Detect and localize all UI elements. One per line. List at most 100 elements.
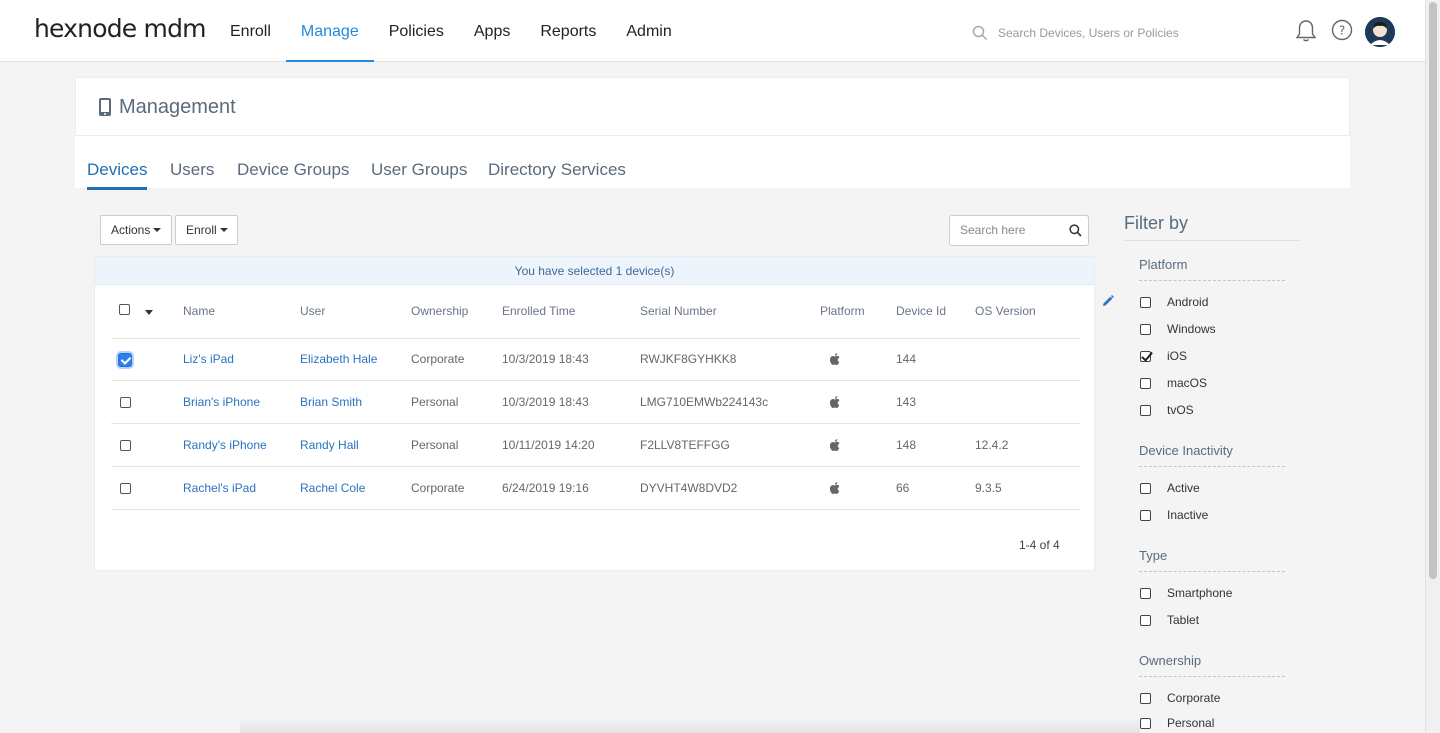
apple-icon (830, 482, 840, 494)
apple-icon (830, 439, 840, 451)
filter-checkbox[interactable] (1140, 297, 1151, 308)
table-row[interactable]: Randy's iPhone Randy Hall Personal 10/11… (111, 424, 1080, 467)
filter-option-label: Tablet (1167, 613, 1200, 627)
section-divider (1139, 571, 1285, 572)
management-header: Management (75, 77, 1350, 136)
column-header-serial-number[interactable]: Serial Number (640, 304, 717, 318)
filter-checkbox[interactable] (1140, 405, 1151, 416)
global-search-input[interactable] (998, 26, 1218, 40)
filter-checkbox[interactable] (1140, 483, 1151, 494)
nav-apps[interactable]: Apps (459, 0, 525, 62)
edit-columns-pencil-icon[interactable] (1102, 295, 1114, 307)
filter-option-label: iOS (1167, 349, 1188, 363)
nav-policies[interactable]: Policies (374, 0, 459, 62)
enrolled-time-cell: 10/3/2019 18:43 (502, 395, 589, 409)
caret-down-icon (219, 228, 228, 232)
user-link[interactable]: Elizabeth Hale (300, 352, 377, 366)
row-checkbox[interactable] (118, 353, 132, 367)
enrolled-time-cell: 10/3/2019 18:43 (502, 352, 589, 366)
row-checkbox[interactable] (120, 440, 131, 451)
filter-option-label: Corporate (1167, 691, 1221, 705)
device-id-cell: 143 (896, 395, 917, 409)
filter-option-label: Personal (1167, 716, 1215, 730)
nav-admin[interactable]: Admin (611, 0, 686, 62)
filter-section-type: Type (1139, 548, 1168, 563)
tab-device-groups[interactable]: Device Groups (237, 160, 349, 187)
filter-checkbox[interactable] (1140, 718, 1151, 729)
search-icon (972, 25, 988, 41)
device-id-cell: 148 (896, 438, 917, 452)
avatar-icon (1365, 17, 1395, 47)
table-row[interactable]: Brian's iPhone Brian Smith Personal 10/3… (111, 381, 1080, 424)
tab-user-groups[interactable]: User Groups (371, 160, 467, 187)
section-divider (1139, 280, 1285, 281)
filter-option-label: Inactive (1167, 508, 1209, 522)
tab-devices[interactable]: Devices (87, 160, 148, 190)
ownership-cell: Personal (411, 395, 459, 409)
os-version-cell: 9.3.5 (975, 481, 1002, 495)
row-checkbox[interactable] (120, 483, 131, 494)
column-header-name[interactable]: Name (183, 304, 215, 318)
select-all-checkbox[interactable] (119, 304, 130, 315)
selection-banner: You have selected 1 device(s) (95, 257, 1094, 285)
table-row[interactable]: Rachel's iPad Rachel Cole Corporate 6/24… (111, 467, 1080, 510)
enrolled-time-cell: 10/11/2019 14:20 (502, 438, 595, 452)
column-header-enrolled-time[interactable]: Enrolled Time (502, 304, 575, 318)
device-name-link[interactable]: Liz's iPad (183, 352, 234, 366)
filter-checkbox[interactable] (1140, 588, 1151, 599)
user-link[interactable]: Randy Hall (300, 438, 359, 452)
filter-checkbox[interactable] (1140, 378, 1151, 389)
management-tabs: Devices Users Device Groups User Groups … (75, 136, 1350, 190)
select-menu-caret-icon[interactable] (145, 310, 153, 315)
brand-logo[interactable]: hexnode mdm (34, 14, 207, 43)
filter-checkbox[interactable] (1140, 324, 1151, 335)
filter-checkbox-checked[interactable] (1140, 351, 1151, 362)
os-version-cell: 12.4.2 (975, 438, 1009, 452)
user-avatar[interactable] (1365, 17, 1395, 47)
filter-option-label: Smartphone (1167, 586, 1233, 600)
nav-reports[interactable]: Reports (525, 0, 611, 62)
device-name-link[interactable]: Randy's iPhone (183, 438, 267, 452)
column-header-ownership[interactable]: Ownership (411, 304, 468, 318)
device-id-cell: 144 (896, 352, 917, 366)
apple-icon (830, 353, 840, 365)
page-title: Management (119, 96, 236, 118)
page-scrollbar[interactable] (1425, 0, 1440, 733)
column-header-user[interactable]: User (300, 304, 325, 318)
search-icon[interactable] (1069, 224, 1082, 237)
tab-users[interactable]: Users (170, 160, 214, 187)
user-link[interactable]: Brian Smith (300, 395, 362, 409)
column-header-os-version[interactable]: OS Version (975, 304, 1036, 318)
serial-number-cell: F2LLV8TEFFGG (640, 438, 730, 452)
table-search (949, 215, 1089, 246)
table-search-input[interactable] (960, 223, 1065, 237)
apple-icon (830, 396, 840, 408)
filter-option-label: macOS (1167, 376, 1208, 390)
table-row[interactable]: Liz's iPad Elizabeth Hale Corporate 10/3… (111, 338, 1080, 381)
serial-number-cell: DYVHT4W8DVD2 (640, 481, 738, 495)
filter-checkbox[interactable] (1140, 693, 1151, 704)
device-name-link[interactable]: Brian's iPhone (183, 395, 260, 409)
scroll-thumb[interactable] (1429, 2, 1437, 579)
tab-directory-services[interactable]: Directory Services (488, 160, 626, 187)
filter-option-label: Windows (1167, 322, 1216, 336)
user-link[interactable]: Rachel Cole (300, 481, 365, 495)
device-id-cell: 66 (896, 481, 910, 495)
main-nav: Enroll Manage Policies Apps Reports Admi… (215, 0, 687, 62)
enroll-dropdown-button[interactable]: Enroll (175, 215, 238, 245)
enrolled-time-cell: 6/24/2019 19:16 (502, 481, 589, 495)
device-name-link[interactable]: Rachel's iPad (183, 481, 256, 495)
row-checkbox[interactable] (120, 397, 131, 408)
actions-dropdown-button[interactable]: Actions (100, 215, 172, 245)
nav-enroll[interactable]: Enroll (215, 0, 286, 62)
bell-icon[interactable] (1295, 19, 1317, 43)
filter-checkbox[interactable] (1140, 615, 1151, 626)
filter-section-ownership: Ownership (1139, 653, 1202, 668)
nav-manage[interactable]: Manage (285, 0, 374, 62)
devices-table: You have selected 1 device(s) Name User … (94, 256, 1095, 571)
top-navbar: hexnode mdm Enroll Manage Policies Apps … (0, 0, 1425, 62)
column-header-platform[interactable]: Platform (820, 304, 865, 318)
column-header-device-id[interactable]: Device Id (896, 304, 946, 318)
help-icon[interactable]: ? (1331, 19, 1353, 41)
filter-checkbox[interactable] (1140, 510, 1151, 521)
